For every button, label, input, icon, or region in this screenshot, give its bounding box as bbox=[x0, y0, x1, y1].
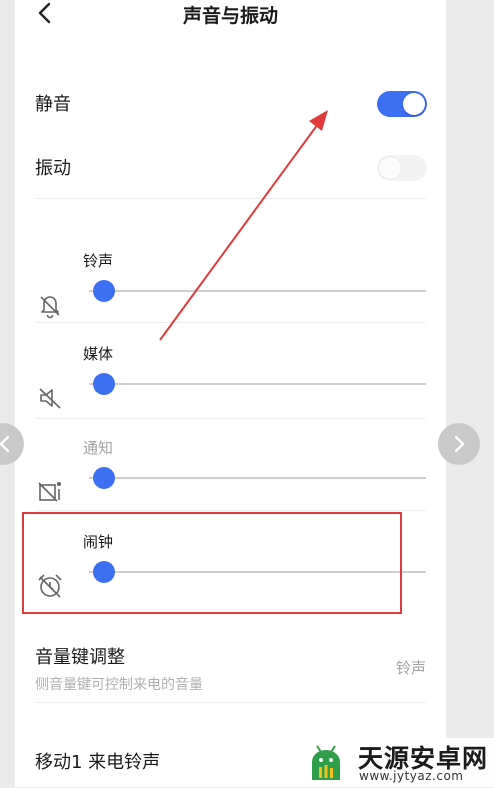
volume-row-ringtone: 铃声 bbox=[15, 252, 446, 348]
watermark-url: www.jytyaz.com bbox=[359, 769, 464, 783]
speaker-muted-icon bbox=[35, 383, 65, 413]
android-logo-icon bbox=[302, 740, 350, 784]
toggle-knob bbox=[379, 157, 401, 179]
header: 声音与振动 bbox=[15, 0, 446, 30]
volume-row-media: 媒体 bbox=[15, 345, 446, 441]
media-volume-slider[interactable] bbox=[89, 373, 426, 395]
vibrate-toggle[interactable] bbox=[377, 155, 427, 181]
slider-thumb[interactable] bbox=[93, 467, 115, 489]
divider bbox=[35, 322, 426, 323]
divider bbox=[35, 702, 426, 703]
volume-key-desc: 侧音量键可控制来电的音量 bbox=[35, 677, 203, 693]
volume-label: 媒体 bbox=[83, 345, 114, 363]
volume-label: 通知 bbox=[83, 439, 114, 457]
slider-thumb[interactable] bbox=[93, 280, 115, 302]
volume-key-value: 铃声 bbox=[395, 659, 426, 677]
chevron-left-icon bbox=[0, 435, 10, 453]
notification-volume-slider[interactable] bbox=[89, 467, 426, 489]
watermark: 天源安卓网 www.jytyaz.com bbox=[298, 738, 494, 787]
slider-thumb[interactable] bbox=[93, 373, 115, 395]
prev-button[interactable] bbox=[0, 423, 24, 465]
chevron-right-icon bbox=[454, 435, 465, 453]
silent-toggle[interactable] bbox=[377, 91, 427, 117]
divider bbox=[35, 510, 426, 511]
volume-key-title: 音量键调整 bbox=[35, 647, 125, 668]
ringtone-setting[interactable]: 移动1 来电铃声 bbox=[35, 748, 160, 774]
toggle-knob bbox=[403, 93, 425, 115]
bell-icon bbox=[35, 290, 65, 320]
ringtone-volume-slider[interactable] bbox=[89, 280, 426, 302]
divider bbox=[35, 418, 426, 419]
silent-label: 静音 bbox=[35, 94, 71, 115]
vibrate-label: 振动 bbox=[35, 158, 71, 179]
settings-panel: 声音与振动 静音 振动 铃声 媒体 通知 闹钟 音量键调整 侧音量键可控制来电的… bbox=[15, 0, 446, 787]
highlight-box bbox=[22, 512, 402, 614]
notification-icon bbox=[35, 477, 65, 507]
divider bbox=[35, 198, 426, 199]
next-button[interactable] bbox=[438, 423, 480, 465]
page-title: 声音与振动 bbox=[182, 5, 278, 27]
volume-label: 铃声 bbox=[83, 252, 114, 270]
